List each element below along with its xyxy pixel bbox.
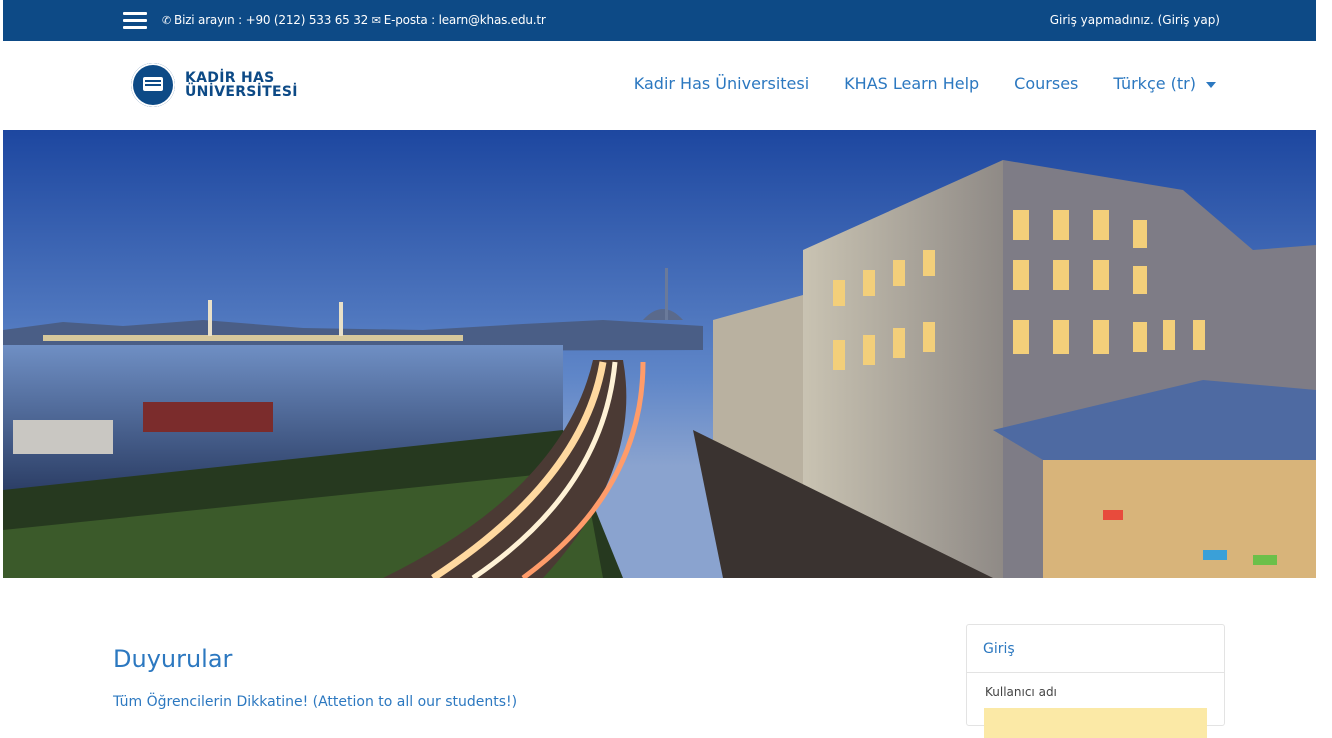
username-input[interactable]: [984, 708, 1207, 738]
nav-link-kadir-has[interactable]: Kadir Has Üniversitesi: [634, 74, 809, 93]
language-label: Türkçe (tr): [1113, 74, 1196, 93]
nav-link-courses[interactable]: Courses: [1014, 74, 1078, 93]
page-title: Duyurular: [113, 645, 233, 673]
phone-text: Bizi arayın : +90 (212) 533 65 32: [174, 13, 369, 27]
logo-text: KADİR HAS ÜNİVERSİTESİ: [185, 71, 298, 99]
logo-line-2: ÜNİVERSİTESİ: [185, 84, 298, 100]
navbar: KADİR HAS ÜNİVERSİTESİ Kadir Has Ünivers…: [3, 41, 1316, 130]
username-label: Kullanıcı adı: [985, 685, 1057, 699]
login-block-title: Giriş: [983, 641, 1015, 657]
contact-info: ✆ Bizi arayın : +90 (212) 533 65 32 ✉ E-po…: [162, 13, 546, 27]
phone-icon: ✆: [162, 14, 172, 27]
announcement-link[interactable]: Tüm Öğrencilerin Dikkatine! (Attetion to…: [113, 694, 517, 710]
email-text: E-posta : learn@khas.edu.tr: [383, 13, 546, 27]
envelope-icon: ✉: [371, 14, 381, 27]
login-status-link[interactable]: Giriş yapmadınız. (Giriş yap): [1050, 13, 1220, 27]
university-seal-icon: [131, 63, 175, 107]
hero-campus-image: [3, 130, 1316, 578]
university-logo[interactable]: KADİR HAS ÜNİVERSİTESİ: [131, 59, 298, 111]
login-block: Giriş Kullanıcı adı: [966, 624, 1225, 738]
hamburger-menu-icon[interactable]: [123, 12, 147, 29]
caret-down-icon: [1206, 81, 1216, 88]
main-nav: Kadir Has Üniversitesi KHAS Learn Help C…: [634, 74, 1216, 93]
divider: [967, 672, 1224, 673]
hero-illustration: [3, 130, 1316, 578]
top-bar: ✆ Bizi arayın : +90 (212) 533 65 32 ✉ E-po…: [3, 0, 1316, 41]
language-selector[interactable]: Türkçe (tr): [1113, 74, 1216, 93]
logo-line-1: KADİR HAS: [185, 70, 275, 86]
nav-link-khas-learn-help[interactable]: KHAS Learn Help: [844, 74, 979, 93]
